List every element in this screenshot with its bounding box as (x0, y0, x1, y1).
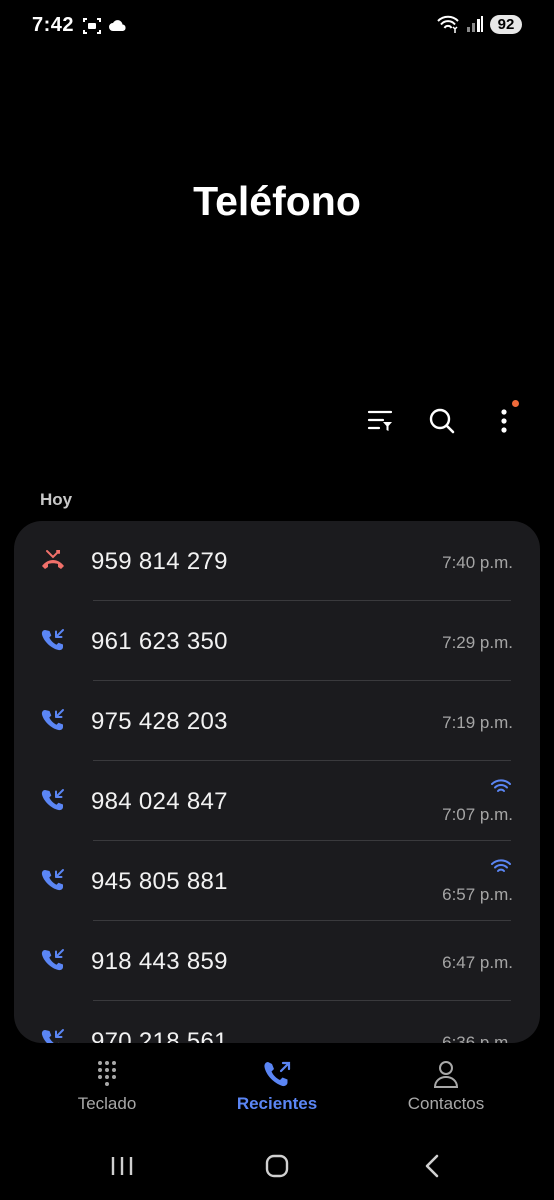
call-row[interactable]: 945 805 881 6:57 p.m. (14, 841, 540, 921)
incoming-call-icon (41, 709, 64, 731)
incoming-call-icon (41, 949, 64, 971)
call-time: 7:29 p.m. (442, 633, 513, 652)
search-icon (429, 408, 455, 434)
nav-label-recents: Recientes (236, 1094, 318, 1113)
call-number: 961 623 350 (91, 628, 228, 655)
recent-calls-list[interactable]: 959 814 279 7:40 p.m. 961 623 350 7:29 p.m.… (14, 521, 540, 1043)
contacts-icon (433, 1061, 459, 1088)
filter-icon (367, 410, 393, 431)
back-icon (425, 1154, 439, 1178)
page-title: Teléfono (193, 178, 361, 224)
call-time: 6:36 p.m. (442, 1033, 513, 1043)
home-icon (265, 1154, 289, 1178)
call-time: 6:47 p.m. (442, 953, 513, 972)
call-number: 945 805 881 (91, 868, 228, 895)
call-row[interactable]: 975 428 203 7:19 p.m. (14, 681, 540, 761)
call-number: 984 024 847 (91, 788, 228, 815)
call-time: 7:07 p.m. (442, 805, 513, 824)
call-time: 7:40 p.m. (442, 553, 513, 572)
notification-dot (512, 400, 519, 407)
filter-button[interactable] (360, 398, 400, 444)
search-button[interactable] (422, 398, 462, 444)
nav-label-keypad: Teclado (77, 1094, 137, 1113)
incoming-call-icon (41, 1029, 64, 1043)
recent-apps-button[interactable] (102, 1150, 142, 1182)
more-options-icon (501, 409, 507, 433)
nav-item-contacts[interactable]: Contactos (371, 1052, 521, 1114)
recents-icon (264, 1061, 291, 1087)
call-time: 6:57 p.m. (442, 885, 513, 904)
wifi-call-icon (491, 779, 511, 792)
battery-level: 92 (490, 14, 522, 34)
bottom-nav: Teclado Recientes Contactos (0, 1052, 554, 1122)
missed-call-icon (42, 550, 64, 569)
system-nav-bar (0, 1140, 554, 1190)
incoming-call-icon (41, 789, 64, 811)
nav-item-recents[interactable]: Recientes (202, 1052, 352, 1114)
call-number: 918 443 859 (91, 948, 228, 975)
call-row[interactable]: 918 443 859 6:47 p.m. (14, 921, 540, 1001)
keypad-icon (98, 1061, 116, 1086)
back-button[interactable] (412, 1150, 452, 1182)
call-row[interactable]: 959 814 279 7:40 p.m. (14, 521, 540, 601)
toolbar (360, 398, 524, 444)
incoming-call-icon (41, 869, 64, 891)
cloud-icon (109, 20, 126, 31)
screenshot-icon (83, 18, 101, 34)
home-button[interactable] (257, 1150, 297, 1182)
call-time: 7:19 p.m. (442, 713, 513, 732)
nav-label-contacts: Contactos (407, 1094, 485, 1113)
recent-apps-icon (111, 1157, 133, 1175)
call-row[interactable]: 970 218 561 6:36 p.m. (14, 1001, 540, 1043)
call-number: 970 218 561 (91, 1028, 228, 1043)
call-row[interactable]: 961 623 350 7:29 p.m. (14, 601, 540, 681)
more-options-button[interactable] (484, 398, 524, 444)
nav-item-keypad[interactable]: Teclado (32, 1052, 182, 1114)
status-bar: 7:42 92 (0, 0, 554, 52)
call-number: 975 428 203 (91, 708, 228, 735)
wifi-calling-icon (437, 15, 459, 33)
section-header-today: Hoy (40, 490, 73, 509)
wifi-call-icon (491, 859, 511, 872)
signal-icon (467, 16, 483, 32)
incoming-call-icon (41, 629, 64, 651)
call-row[interactable]: 984 024 847 7:07 p.m. (14, 761, 540, 841)
status-time: 7:42 (32, 14, 75, 36)
call-number: 959 814 279 (91, 548, 228, 575)
